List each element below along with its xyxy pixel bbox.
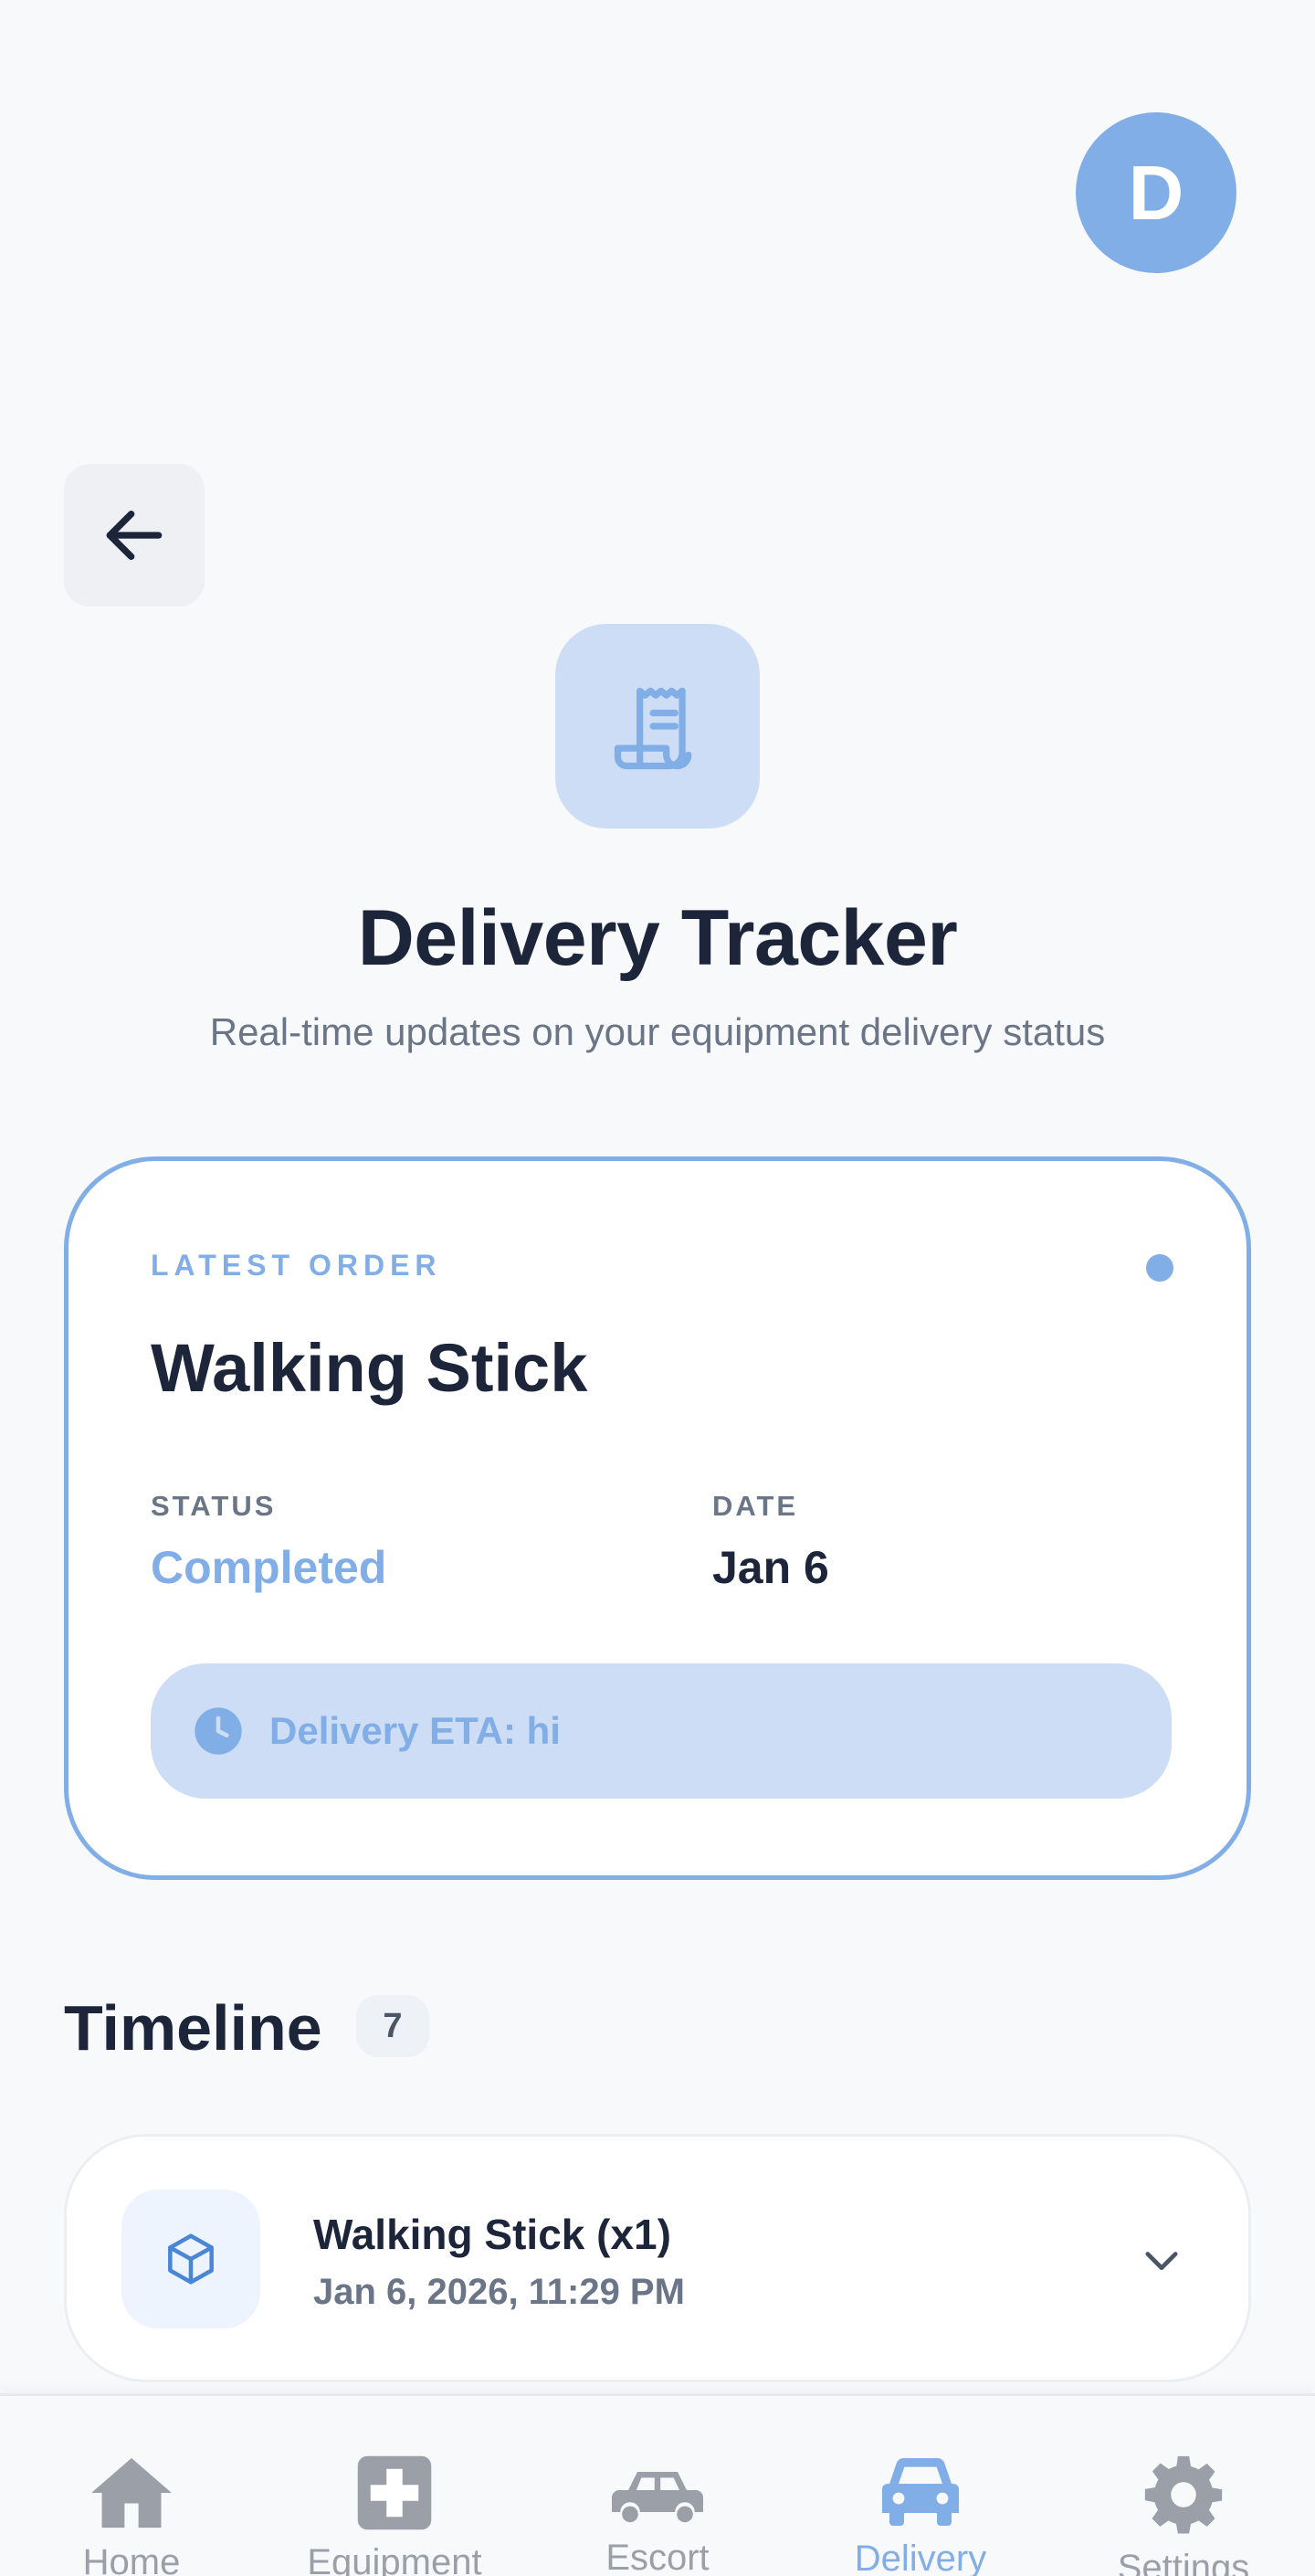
timeline-item-datetime: Jan 6, 2026, 11:29 PM	[313, 2272, 685, 2312]
back-button[interactable]	[64, 464, 205, 607]
avatar-initial: D	[1128, 149, 1184, 236]
timeline-item[interactable]: Walking Stick (x1) Jan 6, 2026, 11:29 PM	[64, 2134, 1251, 2382]
timeline-item-icon-tile	[121, 2190, 260, 2328]
status-label: STATUS	[151, 1490, 277, 1522]
latest-order-card[interactable]: LATEST ORDER Walking Stick STATUS Comple…	[64, 1156, 1251, 1880]
arrow-left-icon	[106, 511, 163, 560]
nav-item-escort[interactable]: Escort	[526, 2396, 789, 2576]
nav-item-home[interactable]: Home	[0, 2396, 263, 2576]
latest-order-eyebrow: LATEST ORDER	[151, 1249, 442, 1282]
timeline-item-title: Walking Stick (x1)	[313, 2211, 671, 2258]
delivery-eta-box: Delivery ETA: hi	[151, 1663, 1172, 1799]
nav-label-home: Home	[82, 2542, 181, 2576]
box-icon	[168, 2233, 214, 2285]
live-status-dot	[1146, 1254, 1173, 1282]
car-icon	[612, 2472, 703, 2523]
nav-item-delivery[interactable]: Delivery	[789, 2396, 1052, 2576]
nav-item-equipment[interactable]: Equipment	[263, 2396, 526, 2576]
page-title: Delivery Tracker	[357, 894, 958, 982]
receipt-icon-tile	[555, 624, 760, 829]
nav-label-escort: Escort	[605, 2538, 710, 2576]
order-item-name: Walking Stick	[151, 1330, 588, 1406]
car-icon	[882, 2457, 959, 2526]
nav-item-settings[interactable]: Settings	[1052, 2396, 1315, 2576]
clock-icon	[195, 1707, 242, 1755]
chevron-down-icon	[1145, 2252, 1178, 2271]
receipt-icon	[614, 687, 692, 770]
delivery-eta-text: Delivery ETA: hi	[269, 1709, 561, 1752]
timeline-count-badge: 7	[356, 1995, 429, 2057]
nav-label-equipment: Equipment	[307, 2542, 482, 2576]
timeline-title: Timeline	[64, 1992, 322, 2064]
date-value: Jan 6	[712, 1542, 829, 1593]
nav-label-delivery: Delivery	[854, 2539, 987, 2576]
medical-plus-icon	[357, 2455, 432, 2530]
expand-button[interactable]	[1130, 2228, 1194, 2292]
status-value: Completed	[151, 1542, 387, 1593]
home-icon	[91, 2457, 172, 2528]
bottom-navigation: Home Equipment Escort Delivery Settings	[0, 2393, 1315, 2576]
page-subtitle: Real-time updates on your equipment deli…	[209, 1010, 1106, 1053]
gear-icon	[1144, 2455, 1223, 2534]
nav-label-settings: Settings	[1117, 2548, 1250, 2576]
user-avatar[interactable]: D	[1076, 112, 1236, 273]
date-label: DATE	[712, 1490, 799, 1522]
